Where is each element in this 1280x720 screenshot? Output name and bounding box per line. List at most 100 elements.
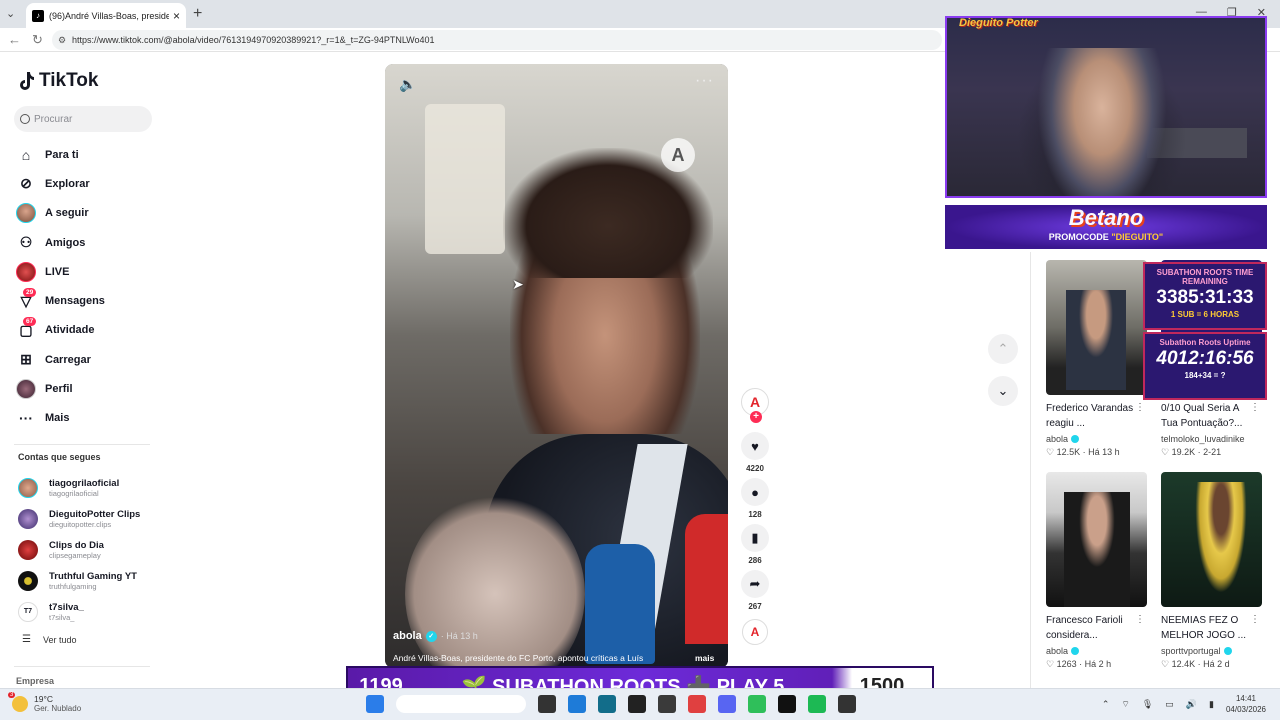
nav-item-live[interactable]: LIVE bbox=[16, 257, 156, 286]
card-author[interactable]: telmoloko_luvadinike bbox=[1161, 434, 1262, 444]
reload-icon[interactable]: ↻ bbox=[32, 32, 43, 48]
discord-icon[interactable] bbox=[718, 695, 736, 713]
start-icon[interactable] bbox=[366, 695, 384, 713]
action-bar: A + ♥ 4220 ● 128 ▮ 286 ➦ 267 A bbox=[738, 388, 772, 645]
nav-label: Amigos bbox=[45, 236, 86, 249]
recommended-video-card[interactable]: NEEMIAS FEZ O MELHOR JOGO ... ⋮ sporttvp… bbox=[1161, 472, 1262, 670]
video-thumbnail[interactable] bbox=[1046, 472, 1147, 607]
card-likes: 1263 bbox=[1056, 659, 1077, 669]
app-icon[interactable] bbox=[628, 695, 646, 713]
search-input[interactable]: Procurar bbox=[14, 106, 152, 132]
card-title: 0/10 Qual Seria A Tua Pontuação?... bbox=[1161, 403, 1243, 429]
microphone-icon[interactable]: 🎙 bbox=[1142, 699, 1153, 710]
video-thumbnail[interactable] bbox=[1046, 260, 1147, 395]
nav-item-carregar[interactable]: ⊞ Carregar bbox=[16, 345, 156, 374]
spotify-icon[interactable] bbox=[808, 695, 826, 713]
app-icon[interactable] bbox=[658, 695, 676, 713]
comment-button[interactable]: ● bbox=[741, 478, 769, 506]
close-tab-icon[interactable]: × bbox=[173, 9, 180, 23]
nav-item-para-ti[interactable]: ⌂ Para ti bbox=[16, 140, 156, 169]
messages-badge: 29 bbox=[23, 288, 37, 298]
following-account[interactable]: Clips do Dia clipsegameplay bbox=[18, 534, 158, 565]
app-icon[interactable] bbox=[748, 695, 766, 713]
description-more-link[interactable]: mais bbox=[695, 653, 714, 663]
previous-video-button[interactable]: ⌃ bbox=[988, 334, 1018, 364]
card-likes: 19.2K bbox=[1171, 447, 1196, 457]
card-options-icon[interactable]: ⋮ bbox=[1135, 402, 1145, 413]
follow-plus-icon[interactable]: + bbox=[750, 411, 762, 423]
thumbnail-subject bbox=[1064, 492, 1130, 607]
network-icon[interactable]: ▭ bbox=[1165, 699, 1174, 710]
see-all-link[interactable]: ☰ Ver tudo bbox=[22, 634, 77, 645]
recommended-video-card[interactable]: Francesco Farioli considera... ⋮ abola ♡… bbox=[1046, 472, 1147, 670]
card-author[interactable]: sporttvportugal bbox=[1161, 646, 1262, 656]
tiktok-logo[interactable]: TikTok bbox=[18, 70, 98, 92]
back-icon[interactable]: ← bbox=[8, 32, 21, 47]
recommended-video-card[interactable]: Frederico Varandas reagiu ... ⋮ abola ♡ … bbox=[1046, 260, 1147, 458]
weather-widget[interactable]: 3 19°C Ger. Nublado bbox=[8, 691, 81, 713]
edge-icon[interactable] bbox=[568, 695, 586, 713]
nav-item-explorar[interactable]: ⊘ Explorar bbox=[16, 169, 156, 198]
like-button[interactable]: ♥ bbox=[741, 432, 769, 460]
card-author[interactable]: abola bbox=[1046, 434, 1147, 444]
account-handle: tiagogrilaoficial bbox=[49, 488, 99, 498]
nav-label: A seguir bbox=[45, 207, 89, 220]
following-account[interactable]: Truthful Gaming YT truthfulgaming bbox=[18, 565, 158, 596]
battery-icon[interactable]: ▮ bbox=[1209, 699, 1214, 710]
chevron-down-icon: ⌄ bbox=[997, 383, 1009, 398]
taskbar-search[interactable] bbox=[396, 695, 526, 713]
new-tab-icon[interactable]: + bbox=[193, 5, 202, 23]
nav-item-atividade[interactable]: ▢ 67 Atividade bbox=[16, 316, 156, 345]
task-view-icon[interactable] bbox=[538, 695, 556, 713]
save-button[interactable]: ▮ bbox=[741, 524, 769, 552]
author-avatar[interactable]: A + bbox=[741, 388, 769, 423]
author-name: abola bbox=[1046, 646, 1069, 656]
subathon-uptime: Subathon Roots Uptime 4012:16:56 184+34 … bbox=[1143, 332, 1267, 400]
card-options-icon[interactable]: ⋮ bbox=[1250, 614, 1260, 625]
verified-icon bbox=[1071, 435, 1080, 443]
nav-label: Perfil bbox=[45, 383, 73, 396]
app-icon[interactable] bbox=[838, 695, 856, 713]
card-meta: ♡ 1263 · Há 2 h bbox=[1046, 659, 1112, 669]
avatar: T7 bbox=[18, 601, 38, 622]
verified-icon bbox=[1071, 647, 1080, 655]
card-likes: 12.5K bbox=[1056, 447, 1081, 457]
browser-tab[interactable]: ♪ (96)André Villas-Boas, presidente do F… bbox=[26, 3, 186, 28]
weather-icon: 3 bbox=[8, 691, 28, 712]
video-player[interactable]: 🔈 ··· A abola ✓ · Há 13 h André Villas-B… bbox=[385, 64, 728, 668]
chevron-up-icon[interactable]: ⌃ bbox=[1102, 699, 1110, 710]
chrome-icon[interactable] bbox=[688, 695, 706, 713]
following-account[interactable]: DieguitoPotter Clips dieguitopotter.clips bbox=[18, 503, 158, 534]
card-author[interactable]: abola bbox=[1046, 646, 1147, 656]
nav-item-mensagens[interactable]: ▽ 29 Mensagens bbox=[16, 286, 156, 315]
next-video-button[interactable]: ⌄ bbox=[988, 376, 1018, 406]
volume-icon[interactable]: 🔈 bbox=[399, 76, 416, 93]
following-account[interactable]: T7 t7silva_ t7silva_ bbox=[18, 596, 158, 627]
video-author[interactable]: abola ✓ · Há 13 h bbox=[393, 630, 478, 642]
volume-icon[interactable]: 🔊 bbox=[1186, 699, 1197, 710]
nav-item-mais[interactable]: ··· Mais bbox=[16, 404, 156, 433]
tiktok-favicon-icon: ♪ bbox=[32, 9, 44, 22]
site-info-icon[interactable]: ⚙ bbox=[58, 30, 66, 50]
obs-icon[interactable] bbox=[778, 695, 796, 713]
company-section-title[interactable]: Empresa bbox=[16, 676, 54, 686]
clock[interactable]: 14:41 04/03/2026 bbox=[1226, 693, 1266, 715]
card-options-icon[interactable]: ⋮ bbox=[1135, 614, 1145, 625]
nav-item-a-seguir[interactable]: A seguir bbox=[16, 199, 156, 228]
store-icon[interactable] bbox=[598, 695, 616, 713]
clock-date: 04/03/2026 bbox=[1225, 705, 1266, 714]
card-meta: ♡ 12.4K · Há 2 d bbox=[1161, 659, 1230, 669]
video-thumbnail[interactable] bbox=[1161, 472, 1262, 607]
nav-item-amigos[interactable]: ⚇ Amigos bbox=[16, 228, 156, 257]
wifi-icon[interactable]: ⌔ bbox=[1121, 699, 1129, 710]
address-bar[interactable]: ⚙ https://www.tiktok.com/@abola/video/76… bbox=[52, 30, 942, 50]
tab-search-icon[interactable]: ⌄ bbox=[6, 7, 15, 20]
nav-item-perfil[interactable]: Perfil bbox=[16, 374, 156, 403]
more-options-icon[interactable]: ··· bbox=[695, 72, 714, 90]
card-options-icon[interactable]: ⋮ bbox=[1250, 402, 1260, 413]
abola-watermark-icon: A bbox=[661, 138, 695, 172]
sound-disc-icon[interactable]: A bbox=[742, 619, 768, 645]
following-account[interactable]: tiagogrilaoficial tiagogrilaoficial bbox=[18, 472, 158, 503]
share-button[interactable]: ➦ bbox=[741, 570, 769, 598]
account-handle: truthfulgaming bbox=[49, 581, 97, 591]
